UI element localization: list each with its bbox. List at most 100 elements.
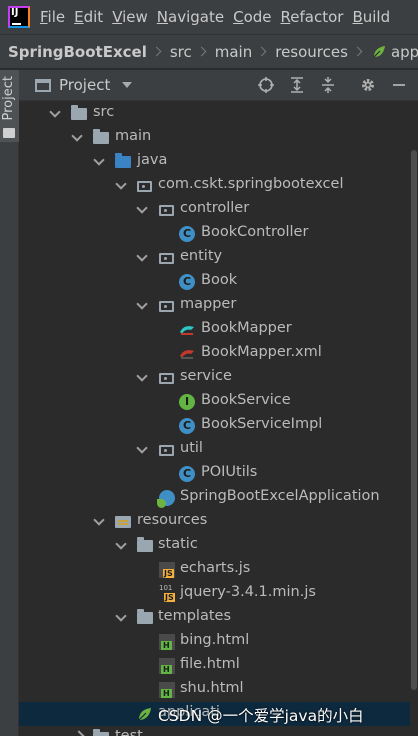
intellij-logo-icon[interactable]: IJ — [8, 6, 30, 28]
expand-arrow-icon[interactable] — [115, 178, 127, 190]
spring-boot-app-icon — [157, 490, 175, 508]
menu-code[interactable]: Code — [233, 8, 271, 26]
project-tool-tab[interactable]: Project — [0, 70, 19, 142]
tree-node-label: entity — [180, 248, 223, 264]
tree-node-entity[interactable]: entity — [19, 246, 410, 270]
java-class-icon: C — [179, 466, 195, 482]
html-file-icon — [159, 658, 175, 674]
expand-arrow-icon[interactable] — [136, 298, 148, 310]
breadcrumb-resources[interactable]: resources — [275, 43, 348, 61]
expand-arrow-icon[interactable] — [93, 154, 105, 166]
gear-icon[interactable] — [358, 75, 378, 95]
menu-view[interactable]: View — [112, 8, 148, 26]
tree-node-label: Book — [201, 272, 238, 288]
mybatis-xml-icon — [180, 350, 194, 359]
chevron-right-icon — [256, 46, 267, 57]
tree-node-shu-html[interactable]: shu.html — [19, 678, 410, 702]
tree-node-label: shu.html — [180, 680, 244, 696]
tree-node-bookmapper[interactable]: BookMapper — [19, 318, 410, 342]
tree-node-label: jquery-3.4.1.min.js — [180, 584, 316, 600]
chevron-right-icon — [196, 46, 207, 57]
tree-node-templates[interactable]: templates — [19, 606, 410, 630]
breadcrumb-file[interactable]: application.y — [391, 43, 418, 61]
package-icon — [159, 205, 174, 216]
tree-node-poiutils[interactable]: C POIUtils — [19, 462, 410, 486]
project-tree: src main java com.cskt.springbootexcel c… — [19, 102, 410, 736]
package-icon — [159, 373, 174, 384]
tree-node-bookservice[interactable]: I BookService — [19, 390, 410, 414]
tree-node-bing-html[interactable]: bing.html — [19, 630, 410, 654]
tree-node-util[interactable]: util — [19, 438, 410, 462]
expand-arrow-icon[interactable] — [115, 538, 127, 550]
menu-build[interactable]: Build — [352, 8, 390, 26]
tree-node-label: test — [115, 728, 143, 736]
tree-node-resources[interactable]: resources — [19, 510, 410, 534]
tree-node-label: templates — [158, 608, 232, 624]
expand-arrow-icon[interactable] — [136, 370, 148, 382]
tree-node-controller[interactable]: controller — [19, 198, 410, 222]
spring-leaf-icon — [138, 708, 151, 721]
java-class-icon: C — [179, 226, 195, 242]
menu-edit[interactable]: Edit — [74, 8, 103, 26]
tree-node-src[interactable]: src — [19, 102, 410, 126]
tree-node-java[interactable]: java — [19, 150, 410, 174]
spring-leaf-icon — [373, 45, 385, 57]
tree-node-application-class[interactable]: SpringBootExcelApplication — [19, 486, 410, 510]
menu-file[interactable]: File — [40, 8, 65, 26]
tree-node-main[interactable]: main — [19, 126, 410, 150]
tree-node-label: src — [93, 104, 115, 120]
expand-arrow-icon[interactable] — [136, 202, 148, 214]
breadcrumb: SpringBootExcel src main resources appli… — [0, 34, 418, 69]
expand-arrow-icon[interactable] — [93, 514, 105, 526]
dropdown-arrow-icon[interactable] — [122, 82, 133, 88]
tree-node-label: file.html — [180, 656, 240, 672]
resources-folder-icon — [115, 516, 131, 528]
tree-node-bookserviceimpl[interactable]: C BookServiceImpl — [19, 414, 410, 438]
left-tool-strip: Project — [0, 70, 19, 736]
expand-arrow-icon[interactable] — [115, 610, 127, 622]
expand-all-icon[interactable] — [287, 75, 307, 95]
hide-panel-icon[interactable] — [389, 75, 409, 95]
tree-node-bookmapper-xml[interactable]: BookMapper.xml — [19, 342, 410, 366]
tree-node-label: util — [180, 440, 203, 456]
tree-node-echarts[interactable]: echarts.js — [19, 558, 410, 582]
tree-node-bookcontroller[interactable]: C BookController — [19, 222, 410, 246]
tree-node-file-html[interactable]: file.html — [19, 654, 410, 678]
tree-node-label: BookMapper — [201, 320, 292, 336]
folder-icon — [137, 537, 153, 552]
tree-node-service[interactable]: service — [19, 366, 410, 390]
tree-node-book[interactable]: C Book — [19, 270, 410, 294]
tree-node-label: service — [180, 368, 232, 384]
tree-node-static[interactable]: static — [19, 534, 410, 558]
tree-node-base-package[interactable]: com.cskt.springbootexcel — [19, 174, 410, 198]
collapse-arrow-icon[interactable] — [73, 730, 85, 736]
expand-arrow-icon[interactable] — [136, 250, 148, 262]
tree-node-label: com.cskt.springbootexcel — [158, 176, 344, 192]
expand-arrow-icon[interactable] — [136, 442, 148, 454]
folder-icon — [3, 128, 15, 138]
project-window-icon — [35, 78, 51, 92]
tree-scrollbar[interactable] — [410, 102, 418, 736]
chevron-right-icon — [352, 46, 363, 57]
html-file-icon — [159, 682, 175, 698]
scrollbar-thumb[interactable] — [411, 150, 417, 690]
tree-node-label: BookMapper.xml — [201, 344, 322, 360]
folder-icon — [93, 729, 109, 736]
tree-node-label: BookController — [201, 224, 309, 240]
collapse-all-icon[interactable] — [318, 75, 338, 95]
menu-refactor[interactable]: Refactor — [281, 8, 344, 26]
tree-node-test[interactable]: test — [19, 726, 410, 736]
breadcrumb-src[interactable]: src — [170, 43, 192, 61]
tree-node-mapper[interactable]: mapper — [19, 294, 410, 318]
tree-node-jquery[interactable]: jquery-3.4.1.min.js — [19, 582, 410, 606]
project-view-selector[interactable]: Project — [59, 76, 110, 94]
mybatis-mapper-icon — [180, 326, 194, 335]
expand-arrow-icon[interactable] — [71, 130, 83, 142]
package-icon — [159, 253, 174, 264]
breadcrumb-main[interactable]: main — [215, 43, 252, 61]
minified-js-file-icon — [159, 584, 175, 602]
expand-arrow-icon[interactable] — [49, 106, 61, 118]
menu-navigate[interactable]: Navigate — [157, 8, 224, 26]
breadcrumb-project[interactable]: SpringBootExcel — [8, 43, 147, 61]
locate-target-icon[interactable] — [256, 75, 276, 95]
